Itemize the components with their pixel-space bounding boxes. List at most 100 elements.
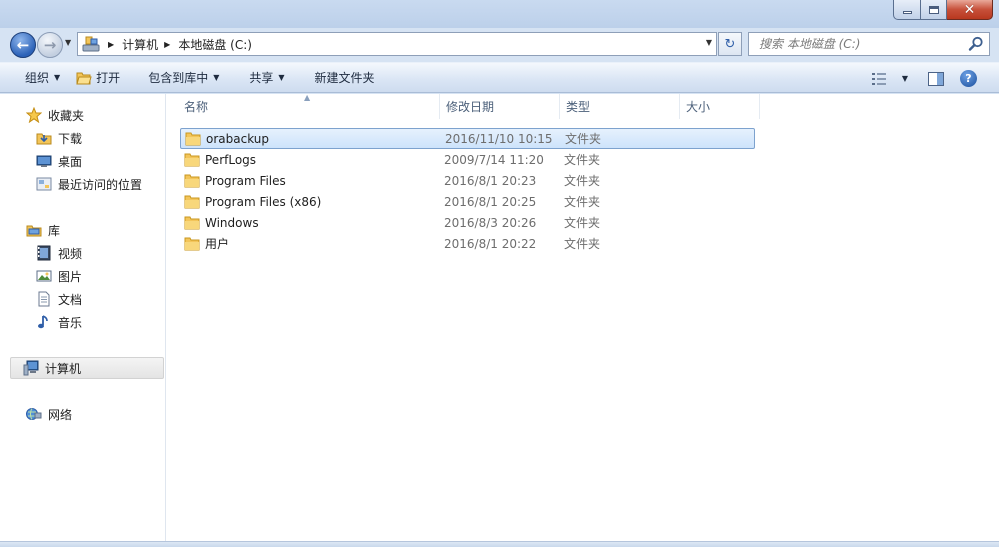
refresh-button[interactable]: ↻ (718, 32, 742, 56)
nav-item-label: 音乐 (58, 315, 83, 330)
file-type: 文件夹 (564, 153, 601, 167)
nav-item-downloads[interactable]: 下载 (20, 127, 164, 149)
nav-item-label: 桌面 (58, 154, 83, 169)
file-type: 文件夹 (564, 195, 601, 209)
folder-icon (184, 153, 200, 167)
include-in-library-label: 包含到库中 (148, 71, 209, 85)
new-folder-label: 新建文件夹 (314, 71, 375, 85)
preview-pane-icon (928, 71, 944, 86)
file-name: 用户 (205, 237, 230, 251)
file-name: Windows (205, 215, 259, 230)
nav-item-label: 最近访问的位置 (58, 177, 143, 192)
file-name: Program Files (x86) (205, 194, 322, 209)
file-row[interactable]: Program Files (x86) 2016/8/1 20:25 文件夹 (180, 191, 755, 212)
change-view-button[interactable] (864, 67, 896, 91)
file-date: 2016/8/1 20:22 (444, 236, 537, 251)
column-type[interactable]: 类型 (560, 94, 680, 119)
view-options-dropdown[interactable]: ▼ (896, 67, 914, 91)
address-bar[interactable]: ▶ 计算机 ▶ 本地磁盘 (C:) ▼ (77, 32, 717, 56)
preview-pane-button[interactable] (920, 67, 952, 91)
file-type: 文件夹 (564, 216, 601, 230)
navigation-pane[interactable]: 收藏夹 下载 桌面 最近访问的位置 库 视频 图片 文档 音乐 计算机 网络 (0, 94, 166, 541)
organize-label: 组织 (25, 71, 50, 85)
file-date: 2016/8/1 20:23 (444, 173, 537, 188)
star-icon (26, 107, 42, 123)
chevron-down-icon: ▼ (213, 73, 220, 82)
column-type-label: 类型 (566, 100, 591, 114)
library-icon (26, 222, 42, 238)
search-icon[interactable] (968, 36, 984, 55)
file-list[interactable]: ▲ 名称 修改日期 类型 大小 orabackup 2016/11/10 10:… (166, 94, 999, 541)
documents-icon (36, 291, 52, 307)
desktop-icon (36, 153, 52, 169)
file-date: 2016/11/10 10:15 (445, 131, 553, 146)
breadcrumb-separator-icon[interactable]: ▶ (164, 40, 170, 49)
nav-network-label: 网络 (48, 407, 73, 422)
new-folder-button[interactable]: 新建文件夹 (307, 66, 383, 90)
nav-computer-label: 计算机 (45, 361, 82, 376)
nav-item-label: 视频 (58, 246, 83, 261)
details-pane (0, 541, 999, 547)
folder-icon (184, 216, 200, 230)
file-row[interactable]: 用户 2016/8/1 20:22 文件夹 (180, 233, 755, 254)
music-icon (36, 314, 52, 330)
explorer-content: 收藏夹 下载 桌面 最近访问的位置 库 视频 图片 文档 音乐 计算机 网络 ▲… (0, 94, 999, 541)
breadcrumb-computer[interactable]: 计算机 (122, 36, 158, 53)
nav-favorites[interactable]: 收藏夹 (10, 104, 164, 126)
column-date-label: 修改日期 (446, 100, 495, 114)
close-icon: ✕ (963, 1, 976, 18)
column-name[interactable]: ▲ 名称 (166, 94, 440, 119)
column-size-label: 大小 (686, 100, 711, 114)
nav-network[interactable]: 网络 (10, 403, 164, 425)
maximize-button[interactable] (921, 0, 947, 20)
nav-item-documents[interactable]: 文档 (20, 288, 164, 310)
help-button[interactable]: ? (952, 67, 999, 91)
breadcrumb-local-disk[interactable]: 本地磁盘 (C:) (178, 36, 252, 53)
open-button[interactable]: 打开 (68, 66, 128, 90)
column-size[interactable]: 大小 (680, 94, 760, 119)
file-date: 2016/8/3 20:26 (444, 215, 537, 230)
search-box[interactable] (748, 32, 990, 56)
computer-icon (23, 360, 39, 376)
column-date-modified[interactable]: 修改日期 (440, 94, 560, 119)
title-bar[interactable]: ✕ (0, 0, 999, 28)
network-icon (26, 406, 42, 422)
file-row[interactable]: PerfLogs 2009/7/14 11:20 文件夹 (180, 149, 755, 170)
nav-item-music[interactable]: 音乐 (20, 311, 164, 333)
forward-arrow-icon: → (43, 36, 57, 54)
share-label: 共享 (249, 71, 274, 85)
include-in-library-menu-button[interactable]: 包含到库中 ▼ (140, 66, 227, 90)
nav-item-recent-places[interactable]: 最近访问的位置 (20, 173, 164, 195)
folder-icon (184, 174, 200, 188)
close-button[interactable]: ✕ (947, 0, 993, 20)
column-name-label: 名称 (184, 100, 209, 114)
file-type: 文件夹 (564, 174, 601, 188)
back-button[interactable]: ← (10, 32, 36, 58)
search-input[interactable] (759, 37, 969, 51)
nav-item-label: 文档 (58, 292, 83, 307)
file-row[interactable]: orabackup 2016/11/10 10:15 文件夹 (180, 128, 755, 149)
breadcrumb-separator-icon[interactable]: ▶ (108, 40, 114, 49)
forward-button[interactable]: → (37, 32, 63, 58)
nav-item-videos[interactable]: 视频 (20, 242, 164, 264)
video-icon (36, 245, 52, 261)
chevron-down-icon: ▼ (54, 73, 61, 82)
command-bar: 组织 ▼ 打开 包含到库中 ▼ 共享 ▼ 新建文件夹 ▼ ? (0, 62, 999, 93)
view-list-icon (871, 72, 888, 85)
refresh-icon: ↻ (724, 36, 736, 52)
file-row[interactable]: Program Files 2016/8/1 20:23 文件夹 (180, 170, 755, 191)
folder-icon (185, 132, 201, 146)
minimize-button[interactable] (893, 0, 921, 20)
file-name: orabackup (206, 131, 269, 146)
nav-item-label: 图片 (58, 269, 83, 284)
nav-item-pictures[interactable]: 图片 (20, 265, 164, 287)
nav-libraries[interactable]: 库 (10, 219, 164, 241)
address-history-dropdown-icon[interactable]: ▼ (706, 38, 712, 47)
recent-pages-dropdown-icon[interactable]: ▼ (65, 38, 71, 47)
file-date: 2009/7/14 11:20 (444, 152, 544, 167)
share-menu-button[interactable]: 共享 ▼ (241, 66, 292, 90)
nav-computer[interactable]: 计算机 (10, 357, 164, 379)
organize-menu-button[interactable]: 组织 ▼ (17, 66, 68, 90)
nav-item-desktop[interactable]: 桌面 (20, 150, 164, 172)
file-row[interactable]: Windows 2016/8/3 20:26 文件夹 (180, 212, 755, 233)
